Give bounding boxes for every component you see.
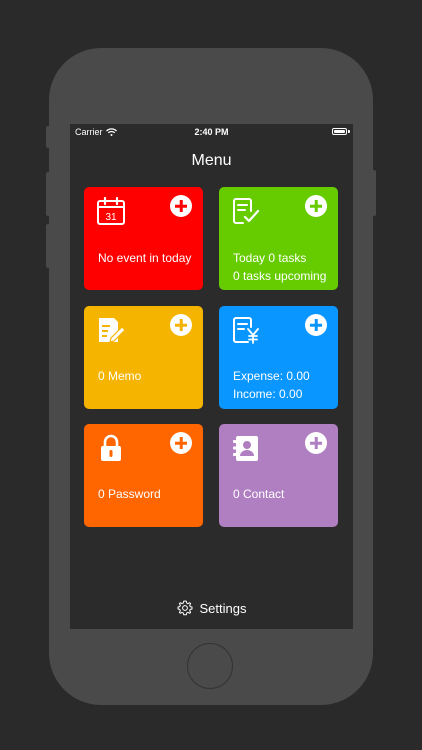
add-contact-button[interactable] <box>305 432 327 454</box>
battery-cap <box>348 130 350 133</box>
add-task-button[interactable] <box>305 195 327 217</box>
lock-icon <box>101 434 121 461</box>
gear-icon <box>177 600 192 616</box>
volume-up-button <box>46 172 50 216</box>
volume-down-button <box>46 224 50 268</box>
add-calendar-event-button[interactable] <box>170 195 192 217</box>
home-button[interactable] <box>187 643 233 689</box>
calendar-tile[interactable]: 31 No event in today <box>84 187 203 290</box>
finance-tile[interactable]: Expense: 0.00 Income: 0.00 <box>219 306 338 409</box>
settings-label: Settings <box>199 600 247 616</box>
tasks-today-text: Today 0 tasks <box>233 251 307 265</box>
password-tile[interactable]: 0 Password <box>84 424 203 527</box>
power-button <box>372 170 376 216</box>
income-text: Income: 0.00 <box>233 387 303 401</box>
expense-text: Expense: 0.00 <box>233 369 310 383</box>
contact-count-text: 0 Contact <box>233 487 285 501</box>
finance-yen-icon <box>233 317 259 344</box>
settings-button[interactable]: Settings <box>70 600 353 616</box>
battery-icon <box>332 128 347 135</box>
task-checklist-icon <box>233 198 260 224</box>
app-screen: Carrier 2:40 PM Menu 31 No event in toda… <box>70 124 353 629</box>
contact-book-icon <box>233 436 258 461</box>
add-password-button[interactable] <box>170 432 192 454</box>
password-count-text: 0 Password <box>98 487 161 501</box>
status-bar: Carrier 2:40 PM <box>70 124 353 140</box>
calendar-status-text: No event in today <box>98 251 192 265</box>
tasks-tile[interactable]: Today 0 tasks 0 tasks upcoming <box>219 187 338 290</box>
memo-edit-icon <box>99 318 126 343</box>
memo-count-text: 0 Memo <box>98 369 142 383</box>
add-memo-button[interactable] <box>170 314 192 336</box>
page-title: Menu <box>191 152 232 169</box>
memo-tile[interactable]: 0 Memo <box>84 306 203 409</box>
mute-switch <box>46 126 50 148</box>
add-transaction-button[interactable] <box>305 314 327 336</box>
battery-level <box>334 130 345 133</box>
status-time: 2:40 PM <box>194 127 229 137</box>
calendar-day-number: 31 <box>105 212 117 223</box>
contact-tile[interactable]: 0 Contact <box>219 424 338 527</box>
tasks-upcoming-text: 0 tasks upcoming <box>233 269 327 283</box>
calendar-icon: 31 <box>97 196 125 225</box>
